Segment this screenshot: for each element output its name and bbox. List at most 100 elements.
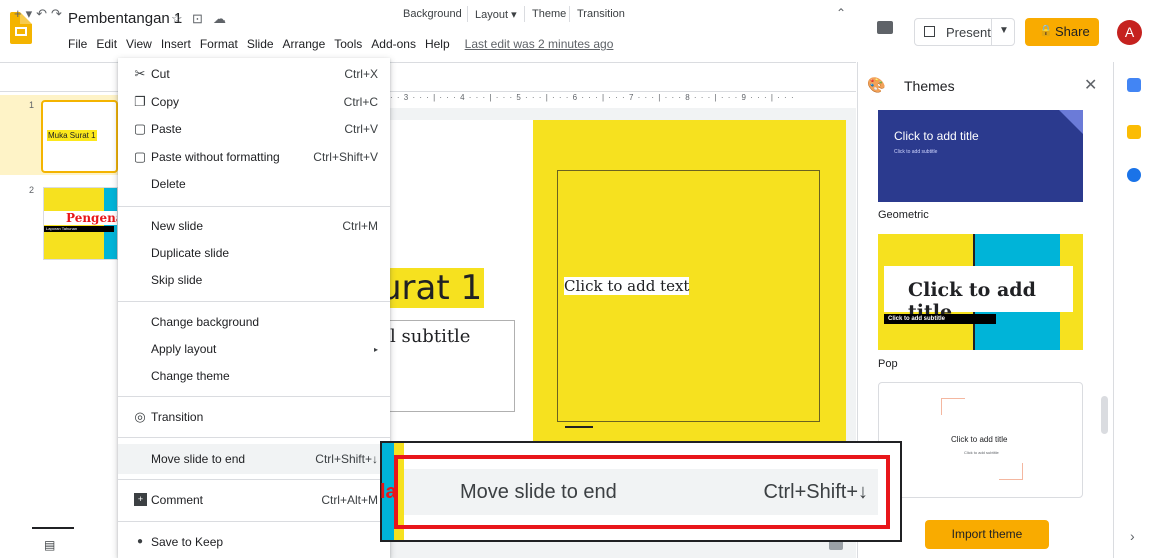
present-dropdown-icon[interactable]: ▼: [999, 25, 1009, 36]
menu-item-move-slide-to-end[interactable]: Move slide to end Ctrl+Shift+↓: [118, 444, 390, 474]
copy-icon: ❐: [134, 94, 146, 109]
theme-subtitle: Click to add subtitle: [894, 149, 938, 155]
menu-help[interactable]: Help: [425, 37, 450, 51]
comment-icon: +: [134, 493, 147, 506]
theme-corner-decoration: [941, 398, 965, 415]
theme-card-pop[interactable]: Click to add title Click to add subtitle: [878, 382, 1083, 498]
transition-button[interactable]: Transition: [577, 8, 625, 20]
move-folder-icon[interactable]: ⊡: [192, 11, 203, 27]
text-placeholder-box[interactable]: [557, 170, 820, 422]
tasks-icon[interactable]: [1127, 168, 1141, 182]
menu-item-label: Save to Keep: [151, 535, 224, 549]
menu-item-shortcut: Ctrl+M: [342, 219, 378, 233]
transition-icon: ◎: [134, 409, 146, 424]
cut-icon: ✂: [134, 66, 146, 81]
menu-tools[interactable]: Tools: [334, 37, 362, 51]
menu-item-label: Transition: [151, 410, 204, 424]
slide-number: 1: [29, 100, 35, 110]
themes-scrollbar[interactable]: [1101, 396, 1108, 434]
submenu-arrow-icon: ▸: [373, 345, 378, 354]
theme-name: Geometric: [878, 209, 929, 221]
present-button[interactable]: Present ▼: [914, 18, 1015, 46]
menu-addons[interactable]: Add-ons: [371, 37, 416, 51]
menu-format[interactable]: Format: [200, 37, 238, 51]
menu-item-label: Skip slide: [151, 273, 203, 287]
menu-item-delete[interactable]: Delete: [118, 170, 390, 198]
menu-separator: [118, 206, 390, 207]
last-edit-link[interactable]: Last edit was 2 minutes ago: [465, 37, 614, 51]
theme-name: Pop: [878, 358, 898, 370]
share-button[interactable]: 🔒 Share: [1025, 18, 1099, 46]
present-divider: [991, 19, 992, 45]
menu-item-label: Apply layout: [151, 342, 217, 356]
menu-item-change-background[interactable]: Change background: [118, 308, 390, 336]
menu-item-skip-slide[interactable]: Skip slide: [118, 266, 390, 294]
present-icon: [924, 26, 935, 37]
star-icon[interactable]: ☆: [171, 11, 183, 27]
menu-item-shortcut: Ctrl+Shift+↓: [315, 452, 378, 466]
menu-item-shortcut: Ctrl+Shift+V: [313, 150, 378, 164]
import-theme-button[interactable]: Import theme: [925, 520, 1049, 549]
menu-item-cut[interactable]: ✂ Cut Ctrl+X: [118, 60, 390, 88]
horizontal-ruler[interactable]: · · 3 · · · | · · · 4 · · · | · · · 5 · …: [390, 93, 845, 107]
keep-icon[interactable]: [1127, 125, 1141, 139]
body-placeholder-text[interactable]: Click to add text: [564, 277, 690, 295]
menu-separator: [118, 521, 390, 522]
menu-item-shortcut: Ctrl+V: [344, 122, 378, 136]
calendar-icon[interactable]: [1127, 78, 1141, 92]
menu-item-label: Copy: [151, 95, 180, 109]
cloud-status-icon[interactable]: ☁: [213, 11, 226, 27]
menu-item-label: Cut: [151, 67, 170, 81]
menu-separator: [118, 301, 390, 302]
menu-item-label: Duplicate slide: [151, 246, 230, 260]
theme-subtitle: Click to add subtitle: [884, 314, 996, 324]
menu-item-shortcut: Ctrl+Alt+M: [321, 493, 378, 507]
grid-view-divider: [32, 527, 74, 529]
toolbar-divider: [569, 6, 570, 22]
menu-item-paste[interactable]: ▢ Paste Ctrl+V: [118, 115, 390, 143]
subtitle-placeholder-text[interactable]: l subtitle: [390, 326, 470, 347]
avatar[interactable]: A: [1117, 20, 1142, 45]
theme-button[interactable]: Theme: [532, 8, 566, 20]
toolbar-new-undo-redo[interactable]: +▾↶↷: [14, 6, 66, 22]
slide-thumbnail-2[interactable]: Pengena Laporan Tahunan: [43, 187, 118, 260]
palette-icon: 🎨: [867, 77, 886, 94]
expand-panel-icon[interactable]: ›: [1130, 528, 1135, 544]
theme-card-blue[interactable]: Click to add title Click to add subtitle: [878, 110, 1083, 202]
close-icon[interactable]: ✕: [1084, 75, 1097, 95]
paste-plain-icon: ▢: [133, 149, 147, 164]
slide-title[interactable]: urat 1: [378, 268, 485, 308]
menu-item-label: New slide: [151, 219, 204, 233]
menu-item-duplicate-slide[interactable]: Duplicate slide: [118, 239, 390, 267]
menu-file[interactable]: File: [68, 37, 87, 51]
menu-edit[interactable]: Edit: [96, 37, 117, 51]
menu-item-copy[interactable]: ❐ Copy Ctrl+C: [118, 88, 390, 116]
background-button[interactable]: Background: [403, 8, 462, 20]
grid-view-icon[interactable]: ▤: [44, 538, 55, 552]
menu-insert[interactable]: Insert: [161, 37, 191, 51]
menu-item-new-slide[interactable]: New slide Ctrl+M: [118, 212, 390, 240]
menu-slide[interactable]: Slide: [247, 37, 274, 51]
menu-view[interactable]: View: [126, 37, 152, 51]
menu-item-comment[interactable]: + Comment Ctrl+Alt+M: [118, 486, 390, 514]
menu-item-apply-layout[interactable]: Apply layout ▸: [118, 335, 390, 363]
menu-separator: [118, 396, 390, 397]
themes-title: Themes: [904, 78, 955, 94]
document-title[interactable]: Pembentangan 1: [68, 10, 182, 27]
menu-item-label: Comment: [151, 493, 204, 507]
menu-item-transition[interactable]: ◎ Transition: [118, 403, 390, 431]
slide-thumbnail-1[interactable]: Muka Surat 1: [41, 100, 118, 173]
theme-subtitle: Click to add subtitle: [964, 450, 999, 455]
paste-icon: ▢: [133, 121, 147, 136]
menu-item-save-to-keep[interactable]: ● Save to Keep: [118, 528, 390, 556]
collapse-toolbar-icon[interactable]: ⌃: [836, 6, 846, 20]
menu-item-paste-without-formatting[interactable]: ▢ Paste without formatting Ctrl+Shift+V: [118, 143, 390, 171]
menu-arrange[interactable]: Arrange: [283, 37, 326, 51]
menu-item-change-theme[interactable]: Change theme: [118, 362, 390, 390]
layout-button[interactable]: Layout ▾: [475, 8, 517, 21]
comments-icon[interactable]: [877, 21, 893, 34]
menu-item-shortcut: Ctrl+X: [344, 67, 378, 81]
theme-card-geometric[interactable]: Click to add title Click to add subtitle: [878, 234, 1083, 350]
theme-title: Click to add title: [894, 129, 979, 143]
share-label: Share: [1055, 24, 1090, 39]
